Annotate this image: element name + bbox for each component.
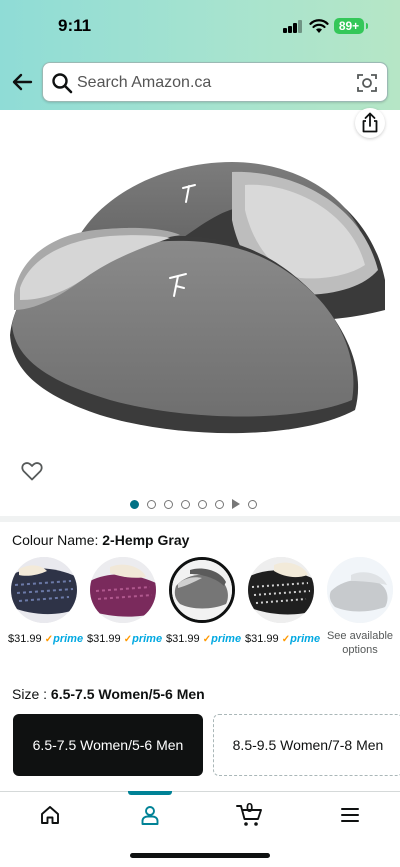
see-available-options: See available options xyxy=(326,630,394,656)
swatch-black[interactable]: $31.99 ✓prime xyxy=(245,557,321,645)
carousel-dot[interactable] xyxy=(215,499,224,509)
nav-cart[interactable]: 0 xyxy=(220,792,280,838)
colour-label: Colour Name: xyxy=(12,532,103,548)
swatch-price: $31.99 ✓prime xyxy=(8,633,84,645)
size-heading: Size : 6.5-7.5 Women/5-6 Men xyxy=(12,686,205,702)
size-value: 6.5-7.5 Women/5-6 Men xyxy=(50,686,205,702)
swatch-image xyxy=(90,557,156,623)
swatch-image xyxy=(327,557,393,623)
swatch-hemp-gray[interactable]: $31.99 ✓prime xyxy=(166,557,242,645)
carousel-dot[interactable] xyxy=(198,499,207,509)
home-indicator xyxy=(130,853,270,858)
nav-menu[interactable] xyxy=(320,792,380,838)
size-option-selected[interactable]: 6.5-7.5 Women/5-6 Men xyxy=(13,714,203,776)
swatch-purple[interactable]: $31.99 ✓prime xyxy=(87,557,163,645)
image-carousel-dots[interactable] xyxy=(130,497,257,511)
product-image[interactable] xyxy=(0,110,400,492)
cart-count: 0 xyxy=(246,800,254,815)
size-label: Size : xyxy=(12,686,51,702)
slipper-image xyxy=(10,162,385,434)
heart-icon[interactable] xyxy=(20,459,44,483)
carousel-dot[interactable] xyxy=(147,499,156,509)
prime-badge: prime xyxy=(211,633,242,645)
header: 9:11 89+ xyxy=(0,0,400,110)
prime-badge: prime xyxy=(290,633,321,645)
carousel-dot[interactable] xyxy=(130,499,139,509)
share-button[interactable] xyxy=(355,108,385,138)
search-icon xyxy=(52,73,73,94)
carousel-dot[interactable] xyxy=(164,499,173,509)
battery-icon: 89+ xyxy=(334,18,368,34)
colour-value: 2-Hemp Gray xyxy=(102,532,190,548)
divider xyxy=(0,516,400,522)
swatch-price: $31.99 ✓prime xyxy=(166,633,242,645)
status-bar: 9:11 89+ xyxy=(0,0,400,52)
video-play-icon[interactable] xyxy=(232,499,240,509)
nav-home[interactable] xyxy=(20,792,80,838)
share-icon xyxy=(362,112,378,133)
colour-heading: Colour Name: 2-Hemp Gray xyxy=(12,532,189,548)
swatch-see-options[interactable]: See available options xyxy=(324,557,396,657)
swatch-navy[interactable]: $31.99 ✓prime xyxy=(8,557,84,645)
wifi-icon xyxy=(309,19,329,33)
swatch-image xyxy=(169,557,235,623)
menu-icon xyxy=(341,808,359,822)
carousel-dot[interactable] xyxy=(181,499,190,509)
account-icon xyxy=(141,806,159,825)
swatch-price: $31.99 ✓prime xyxy=(245,633,321,645)
nav-account[interactable] xyxy=(120,791,180,838)
search-input[interactable] xyxy=(77,71,347,95)
prime-badge: prime xyxy=(53,633,84,645)
swatch-price: $31.99 ✓prime xyxy=(87,633,163,645)
carousel-dot[interactable] xyxy=(248,499,257,509)
prime-badge: prime xyxy=(132,633,163,645)
size-option[interactable]: 8.5-9.5 Women/7-8 Men xyxy=(213,714,400,776)
swatch-image xyxy=(11,557,77,623)
back-arrow-icon[interactable] xyxy=(10,70,34,94)
search-bar[interactable] xyxy=(42,62,388,102)
camera-search-icon[interactable] xyxy=(356,72,378,94)
status-time: 9:11 xyxy=(58,16,92,35)
signal-icon xyxy=(283,20,303,33)
swatch-image xyxy=(248,557,314,623)
colour-swatches: $31.99 ✓prime $31.99 ✓prime $31.99 ✓prim… xyxy=(8,557,400,667)
home-icon xyxy=(41,806,59,824)
